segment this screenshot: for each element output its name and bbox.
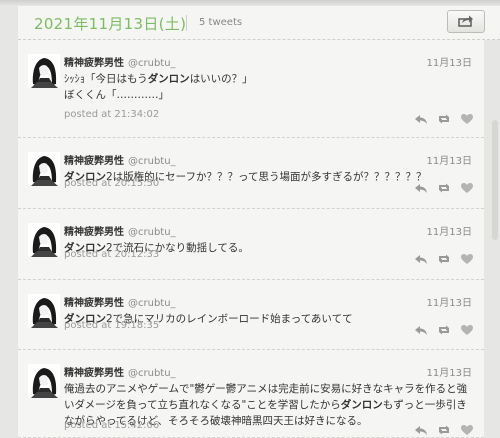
- tweet-actions: [414, 421, 474, 435]
- posted-time[interactable]: 20:12:33: [114, 249, 159, 260]
- reply-icon[interactable]: [414, 250, 428, 264]
- tweet-actions: [414, 110, 474, 124]
- share-button[interactable]: [447, 10, 485, 33]
- posted-time[interactable]: 20:15:50: [114, 178, 159, 189]
- author-name[interactable]: 精神疲弊男性: [64, 156, 124, 167]
- author-handle[interactable]: @crubtu_: [128, 227, 176, 238]
- share-box-arrow-icon: [458, 12, 474, 31]
- retweet-icon[interactable]: [437, 321, 451, 335]
- tweet-list: 精神疲弊男性 @crubtu_ 11月13日 ｼｯｼｮ「今日はもうダンロンはいいの？」…: [18, 40, 484, 438]
- author-name[interactable]: 精神疲弊男性: [64, 368, 124, 379]
- tweet-item[interactable]: 精神疲弊男性 @crubtu_ 11月13日 ダンロン2で流石にかなり動揺してる。 po…: [18, 209, 484, 280]
- author-name[interactable]: 精神疲弊男性: [64, 298, 124, 309]
- retweet-icon[interactable]: [437, 110, 451, 124]
- tweet-date[interactable]: 11月13日: [427, 294, 472, 309]
- retweet-icon[interactable]: [437, 250, 451, 264]
- author-handle[interactable]: @crubtu_: [128, 368, 176, 379]
- posted-time[interactable]: 19:18:35: [114, 320, 159, 331]
- posted-at[interactable]: posted at 20:15:50: [64, 178, 159, 189]
- tweet-date[interactable]: 11月13日: [427, 223, 472, 238]
- tweet-item[interactable]: 精神疲弊男性 @crubtu_ 11月13日 ｼｯｼｮ「今日はもうダンロンはいいの？」…: [18, 40, 484, 138]
- author-handle[interactable]: @crubtu_: [128, 298, 176, 309]
- tweet-actions: [414, 179, 474, 193]
- tweet-date[interactable]: 11月13日: [427, 364, 472, 379]
- posted-time[interactable]: 21:34:02: [114, 109, 159, 120]
- tweet-author[interactable]: 精神疲弊男性 @crubtu_: [64, 152, 176, 167]
- posted-label: posted at: [64, 178, 112, 189]
- tweet-count: 5 tweets: [199, 17, 243, 28]
- avatar[interactable]: [28, 223, 60, 257]
- posted-at[interactable]: posted at 21:34:02: [64, 109, 159, 120]
- tweet-author[interactable]: 精神疲弊男性 @crubtu_: [64, 364, 176, 379]
- like-heart-icon[interactable]: [460, 110, 474, 124]
- tweet-author[interactable]: 精神疲弊男性 @crubtu_: [64, 294, 176, 309]
- tweet-text-segment: ぼくくん「…………」: [64, 89, 169, 101]
- tweet-text-segment: ｼｯｼｮ「今日はもう: [64, 73, 148, 85]
- date-title: 2021年11月13日(土): [34, 15, 187, 33]
- highlighted-keyword: ダンロン: [147, 73, 190, 85]
- reply-icon[interactable]: [414, 321, 428, 335]
- tweet-text: ｼｯｼｮ「今日はもうダンロンはいいの？」ぼくくん「…………」: [64, 71, 469, 103]
- posted-at[interactable]: posted at 19:18:35: [64, 320, 159, 331]
- posted-at[interactable]: posted at 15:42:06: [64, 420, 159, 431]
- tweet-author[interactable]: 精神疲弊男性 @crubtu_: [64, 54, 176, 69]
- header-divider: [186, 15, 187, 31]
- posted-label: posted at: [64, 420, 112, 431]
- posted-at[interactable]: posted at 20:12:33: [64, 249, 159, 260]
- retweet-icon[interactable]: [437, 421, 451, 435]
- reply-icon[interactable]: [414, 110, 428, 124]
- author-name[interactable]: 精神疲弊男性: [64, 58, 124, 69]
- like-heart-icon[interactable]: [460, 421, 474, 435]
- posted-label: posted at: [64, 109, 112, 120]
- scrollbar-thumb[interactable]: [492, 120, 498, 240]
- posted-time[interactable]: 15:42:06: [114, 420, 159, 431]
- avatar[interactable]: [28, 152, 60, 186]
- avatar[interactable]: [28, 54, 60, 88]
- like-heart-icon[interactable]: [460, 250, 474, 264]
- tweet-actions: [414, 321, 474, 335]
- like-heart-icon[interactable]: [460, 321, 474, 335]
- avatar[interactable]: [28, 294, 60, 328]
- day-header: 2021年11月13日(土) 5 tweets: [18, 6, 500, 40]
- like-heart-icon[interactable]: [460, 179, 474, 193]
- highlighted-keyword: ダンロン: [340, 399, 383, 411]
- author-handle[interactable]: @crubtu_: [128, 58, 176, 69]
- author-name[interactable]: 精神疲弊男性: [64, 227, 124, 238]
- tweet-author[interactable]: 精神疲弊男性 @crubtu_: [64, 223, 176, 238]
- tweet-item[interactable]: 精神疲弊男性 @crubtu_ 11月13日 ダンロン2で急にマリカのレインボーロード…: [18, 280, 484, 350]
- author-handle[interactable]: @crubtu_: [128, 156, 176, 167]
- tweet-actions: [414, 250, 474, 264]
- tweet-item[interactable]: 精神疲弊男性 @crubtu_ 11月13日 ダンロン2は版権的にセーフか？？？って思…: [18, 138, 484, 209]
- tweet-text-segment: はいいの？」: [189, 73, 253, 85]
- posted-label: posted at: [64, 249, 112, 260]
- posted-label: posted at: [64, 320, 112, 331]
- reply-icon[interactable]: [414, 421, 428, 435]
- retweet-icon[interactable]: [437, 179, 451, 193]
- tweet-item[interactable]: 精神疲弊男性 @crubtu_ 11月13日 俺過去のアニメやゲームで"鬱ゲー鬱アニメ…: [18, 350, 484, 438]
- tweet-date[interactable]: 11月13日: [427, 54, 472, 69]
- avatar[interactable]: [28, 364, 60, 398]
- scrollbar[interactable]: [492, 40, 498, 438]
- tweet-date[interactable]: 11月13日: [427, 152, 472, 167]
- reply-icon[interactable]: [414, 179, 428, 193]
